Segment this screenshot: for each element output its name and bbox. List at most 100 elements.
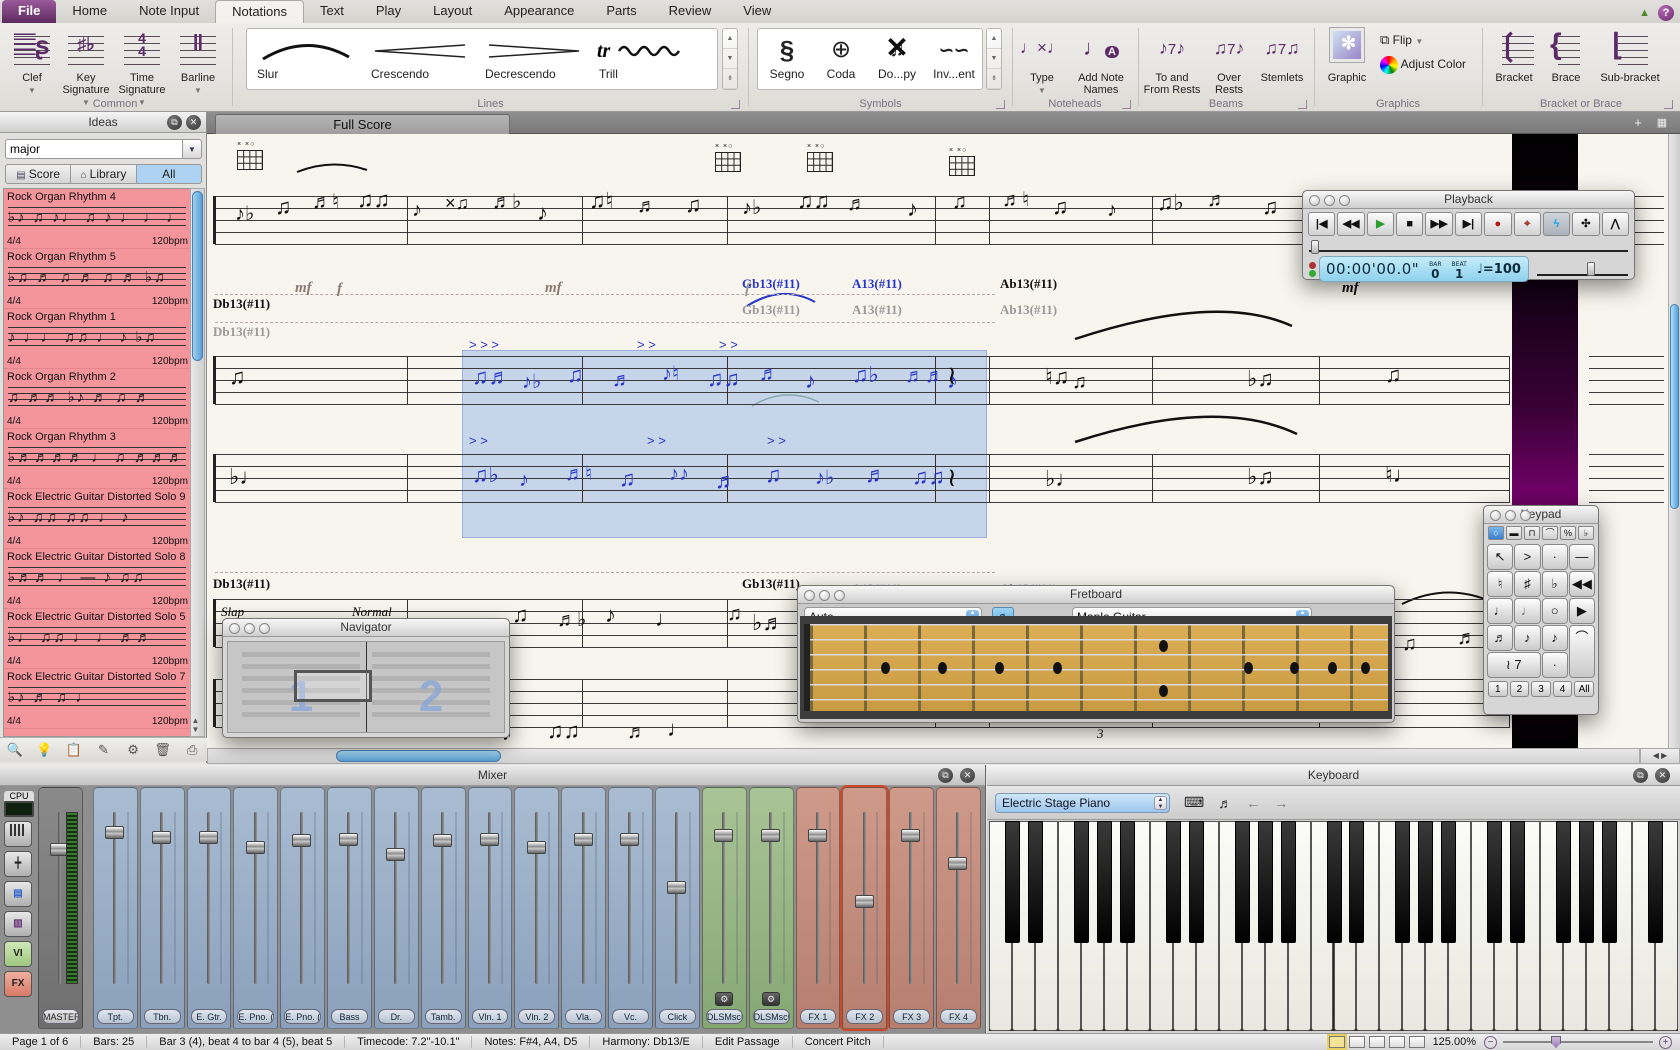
tempo-slider[interactable] <box>1537 262 1628 276</box>
navigator-title-bar[interactable]: Navigator <box>223 619 509 637</box>
mixer-strip-fx-4[interactable]: FX 4 <box>936 787 981 1029</box>
note-cluster[interactable]: ♫ <box>1052 196 1069 218</box>
guitar-chord-diagram[interactable] <box>715 152 741 172</box>
keypad-title-bar[interactable]: Keypad <box>1484 506 1598 524</box>
ideas-close-button[interactable]: ✕ <box>186 115 201 130</box>
piano-black-key[interactable] <box>1441 821 1456 943</box>
bracket-button[interactable]: ❲ Bracket <box>1486 28 1542 84</box>
add-to-library-icon[interactable]: ⎙ <box>181 742 203 758</box>
decrescendo-gallery-item[interactable]: Decrescendo <box>479 33 589 81</box>
move-playback-line-button[interactable]: ⌖ <box>1514 212 1541 236</box>
keypad-voice-1[interactable]: 1 <box>1488 681 1508 697</box>
piano-black-key[interactable] <box>1556 821 1571 943</box>
note-cluster[interactable]: ♫ <box>1385 364 1402 386</box>
window-traffic-lights[interactable] <box>804 589 849 606</box>
note-cluster[interactable]: ♫ <box>685 194 702 216</box>
piano-black-key[interactable] <box>1028 821 1043 943</box>
note-cluster[interactable]: ♬♮ <box>565 464 592 484</box>
fader-handle[interactable] <box>855 895 874 908</box>
note-cluster[interactable]: > > <box>647 434 666 447</box>
idea-item[interactable]: Rock Organ Rhythm 4♭♪ ♫ ♪♩ ♫ ♪ ♩ ♩ ♩4/41… <box>4 189 190 249</box>
volume-fader[interactable] <box>582 812 585 984</box>
mixer-strip-vln-1[interactable]: Vln. 1 <box>468 787 513 1029</box>
idea-item[interactable]: Rock Organ Rhythm 2♫ ♬♬ ♭♪ ♬ ♫ ♬4/4120bp… <box>4 369 190 429</box>
piano-black-key[interactable] <box>1418 821 1433 943</box>
playback-title-bar[interactable]: Playback <box>1303 191 1634 209</box>
note-cluster[interactable]: ♫ <box>275 196 292 218</box>
ideas-scrollbar-thumb[interactable] <box>192 191 203 361</box>
piano-black-key[interactable] <box>1395 821 1410 943</box>
sixteenth-note-key[interactable]: ♬ <box>1487 625 1513 651</box>
status-harmony[interactable]: Harmony: Db13/E <box>590 1036 702 1048</box>
idea-item[interactable]: Rock Electric Guitar Distorted Solo 7♭♪ … <box>4 669 190 729</box>
sharp-key[interactable]: ♯ <box>1514 571 1540 597</box>
note-cluster[interactable]: ♫ <box>1402 634 1417 654</box>
note-cluster[interactable]: ♪ <box>537 202 548 224</box>
note-cluster[interactable]: ♩ <box>655 608 677 630</box>
barline-button[interactable]: ‖ Barline▼ <box>172 28 224 97</box>
sub-bracket-button[interactable]: ⌊ Sub-bracket <box>1590 28 1670 84</box>
fader-handle[interactable] <box>808 829 827 842</box>
rhythm-dot-key[interactable]: · <box>1542 652 1568 678</box>
fader-handle[interactable] <box>714 829 733 842</box>
whole-note-key[interactable]: ○ <box>1542 598 1568 624</box>
piano-black-key[interactable] <box>1510 821 1525 943</box>
piano-black-key[interactable] <box>1602 821 1617 943</box>
mixer-strip-dlsmscd[interactable]: ⚙DLSMscD <box>749 787 794 1029</box>
stemlets-button[interactable]: ♫7♫ Stemlets <box>1256 28 1308 84</box>
volume-fader[interactable] <box>863 812 866 984</box>
symbols-gallery-scroll[interactable]: ▲▼⇟ <box>986 28 1002 90</box>
record-button[interactable]: ● <box>1484 212 1511 236</box>
tenuto-key[interactable]: — <box>1569 544 1595 570</box>
time-signature-button[interactable]: 44 Time Signature ▼ <box>116 28 168 109</box>
key-signature-button[interactable]: ♯♭ Key Signature ▼ <box>60 28 112 109</box>
navigator-pages[interactable]: 1 2 <box>227 641 505 733</box>
mixer-strip-tamb-[interactable]: Tamb. <box>421 787 466 1029</box>
brace-button[interactable]: { Brace <box>1544 28 1588 84</box>
navigator-page-2[interactable]: 2 <box>372 652 490 722</box>
score-horizontal-scrollbar[interactable] <box>207 748 1640 764</box>
note-cluster[interactable]: ♬ <box>612 370 632 390</box>
note-cluster[interactable]: ♬ <box>759 364 779 384</box>
note-cluster[interactable]: ♫♭ <box>472 464 499 486</box>
ideas-search-dropdown-icon[interactable]: ▼ <box>183 139 202 159</box>
mixer-strip-tbn-[interactable]: Tbn. <box>140 787 185 1029</box>
note-cluster[interactable]: ♫♫ <box>912 466 945 488</box>
graphic-button[interactable]: ✻ Graphic <box>1320 28 1374 84</box>
mixer-strip-dr-[interactable]: Dr. <box>374 787 419 1029</box>
piano-black-key[interactable] <box>1166 821 1181 943</box>
piano-black-key[interactable] <box>1487 821 1502 943</box>
piano-black-key[interactable] <box>1579 821 1594 943</box>
idea-item[interactable]: Rock Electric Guitar Distorted Solo 5♭♩ … <box>4 609 190 669</box>
note-cluster[interactable]: ♪ <box>1107 200 1117 220</box>
score-hscroll-buttons[interactable]: ◀ ▶ <box>1640 748 1680 764</box>
view-fullscreen-icon[interactable] <box>1409 1036 1425 1048</box>
keypad-voice-3[interactable]: 3 <box>1531 681 1551 697</box>
volume-fader[interactable] <box>909 812 912 984</box>
fretboard-window[interactable]: Fretboard Auto▲▼ ♬ ← → Maple Guitar▲▼ <box>797 585 1395 723</box>
dynamic-marking[interactable]: f <box>337 281 342 298</box>
show-effects-button[interactable]: FX <box>4 971 32 997</box>
fader-handle[interactable] <box>620 833 639 846</box>
window-traffic-lights[interactable] <box>229 622 274 639</box>
ribbon-tab-text[interactable]: Text <box>304 0 360 23</box>
stop-button[interactable]: ■ <box>1396 212 1423 236</box>
note-cluster[interactable]: ♬ <box>847 194 867 214</box>
lines-gallery-scroll[interactable]: ▲▼⇟ <box>722 28 738 90</box>
note-cluster[interactable]: ♬ <box>865 464 887 486</box>
dynamic-marking[interactable]: mf <box>295 280 312 297</box>
volume-fader[interactable] <box>816 812 819 984</box>
navigator-window[interactable]: Navigator 1 2 <box>222 618 510 738</box>
mixer-strip-master[interactable]: MASTER <box>38 787 83 1029</box>
note-cluster[interactable]: > > <box>469 434 488 447</box>
ribbon-tab-file[interactable]: File <box>2 0 56 23</box>
volume-fader[interactable] <box>113 812 116 984</box>
piano-black-key[interactable] <box>1005 821 1020 943</box>
segno-gallery-item[interactable]: § Segno <box>760 33 814 81</box>
note-cluster[interactable]: ♭♩ <box>229 466 261 488</box>
note-cluster[interactable]: ×♫ <box>445 194 469 212</box>
fader-handle[interactable] <box>527 841 546 854</box>
volume-fader[interactable] <box>535 812 538 984</box>
lines-dialog-launcher[interactable] <box>731 100 740 109</box>
paste-idea-icon[interactable]: 📋 <box>63 742 85 758</box>
